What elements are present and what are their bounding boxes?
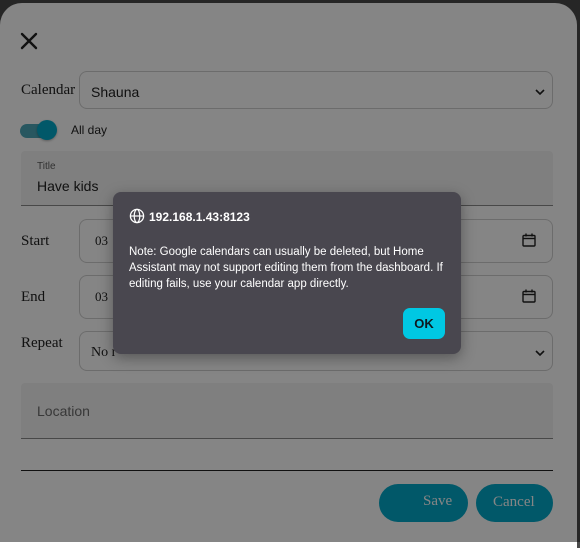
alert-origin: 192.168.1.43:8123 bbox=[149, 210, 250, 224]
ok-button[interactable]: OK bbox=[403, 308, 445, 339]
globe-icon bbox=[129, 208, 145, 224]
alert-message: Note: Google calendars can usually be de… bbox=[129, 246, 443, 290]
browser-alert: 192.168.1.43:8123 Note: Google calendars… bbox=[113, 192, 461, 354]
